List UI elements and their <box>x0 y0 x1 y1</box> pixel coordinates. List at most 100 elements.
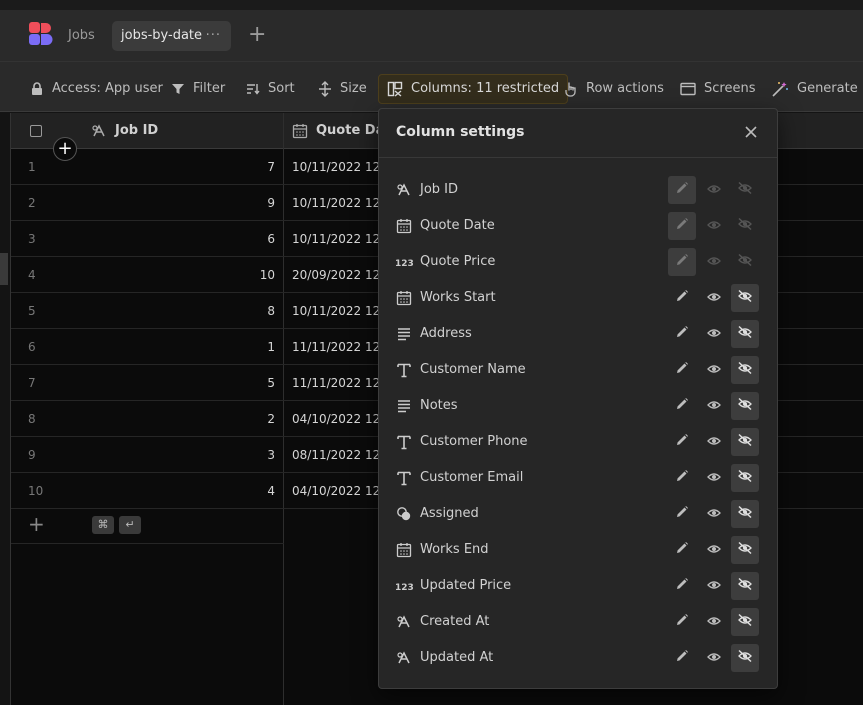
job-id-cell[interactable]: 2 <box>111 401 275 437</box>
view-permission-button[interactable] <box>700 284 728 312</box>
eye-icon <box>707 363 721 378</box>
select-all-checkbox[interactable] <box>30 125 42 137</box>
hide-permission-button[interactable] <box>731 608 759 636</box>
edit-permission-button[interactable] <box>668 320 696 348</box>
column-setting-row: Address <box>379 316 777 352</box>
close-icon[interactable] <box>743 124 759 140</box>
edit-permission-button[interactable] <box>668 284 696 312</box>
hide-permission-button[interactable] <box>731 572 759 600</box>
job-id-cell[interactable]: 6 <box>111 221 275 257</box>
quote-date-cell[interactable]: 10/11/2022 12: <box>292 185 384 221</box>
eye-off-icon <box>737 181 753 199</box>
hide-permission-button[interactable] <box>731 392 759 420</box>
column-name: Notes <box>420 398 458 413</box>
view-permission-button[interactable] <box>700 500 728 528</box>
edit-permission-button[interactable] <box>668 428 696 456</box>
hide-permission-button[interactable] <box>731 320 759 348</box>
screens-button[interactable]: Screens <box>680 74 755 104</box>
header-job-id[interactable]: Job ID <box>91 113 158 149</box>
panel-header: Column settings <box>379 109 777 158</box>
job-id-cell[interactable]: 3 <box>111 437 275 473</box>
tab-more-icon[interactable]: ··· <box>206 21 221 51</box>
filter-icon <box>172 84 184 94</box>
hide-permission-button[interactable] <box>731 644 759 672</box>
quote-date-cell[interactable]: 20/09/2022 12: <box>292 257 384 293</box>
edit-permission-button[interactable] <box>668 500 696 528</box>
view-permission-button[interactable] <box>700 248 728 276</box>
view-permission-button[interactable] <box>700 212 728 240</box>
hide-permission-button[interactable] <box>731 284 759 312</box>
job-id-cell[interactable]: 7 <box>111 149 275 185</box>
row-number: 6 <box>28 340 36 354</box>
magic-wand-icon <box>772 82 788 97</box>
edit-permission-button[interactable] <box>668 536 696 564</box>
hide-permission-button[interactable] <box>731 536 759 564</box>
hide-permission-button[interactable] <box>731 356 759 384</box>
edit-permission-button[interactable] <box>668 248 696 276</box>
edit-permission-button[interactable] <box>668 392 696 420</box>
view-permission-button[interactable] <box>700 536 728 564</box>
quote-date-cell[interactable]: 10/11/2022 12: <box>292 149 384 185</box>
view-permission-button[interactable] <box>700 644 728 672</box>
tab-jobs[interactable]: Jobs <box>68 21 95 51</box>
calendar-icon <box>395 289 413 307</box>
eye-icon <box>707 543 721 558</box>
add-column-icon[interactable]: + <box>53 137 77 161</box>
quote-date-cell[interactable]: 11/11/2022 12: <box>292 365 384 401</box>
add-tab-icon[interactable]: + <box>248 22 266 48</box>
columns-button[interactable]: Columns: 11 restricted <box>378 74 569 104</box>
hide-permission-button[interactable] <box>731 428 759 456</box>
eye-off-icon <box>737 505 753 523</box>
columns-label: Columns: 11 restricted <box>411 81 560 96</box>
hide-permission-button[interactable] <box>731 176 759 204</box>
eye-icon <box>707 255 721 270</box>
quote-date-cell[interactable]: 11/11/2022 12: <box>292 329 384 365</box>
auto-id-icon <box>395 181 413 199</box>
row-actions-button[interactable]: Row actions <box>564 74 664 104</box>
quote-date-cell[interactable]: 04/10/2022 12: <box>292 473 384 509</box>
edit-permission-button[interactable] <box>668 356 696 384</box>
job-id-cell[interactable]: 8 <box>111 293 275 329</box>
access-button[interactable]: Access: App user <box>30 74 163 104</box>
job-id-cell[interactable]: 5 <box>111 365 275 401</box>
view-permission-button[interactable] <box>700 572 728 600</box>
add-row-icon[interactable]: + <box>28 512 45 536</box>
view-permission-button[interactable] <box>700 464 728 492</box>
text-icon <box>395 469 413 487</box>
quote-date-cell[interactable]: 10/11/2022 12: <box>292 221 384 257</box>
add-row[interactable]: + ⌘ ↵ <box>11 508 284 544</box>
quote-date-cell[interactable]: 04/10/2022 12: <box>292 401 384 437</box>
quote-date-cell[interactable]: 10/11/2022 12: <box>292 293 384 329</box>
edit-permission-button[interactable] <box>668 572 696 600</box>
eye-off-icon <box>737 217 753 235</box>
job-id-cell[interactable]: 10 <box>111 257 275 293</box>
hide-permission-button[interactable] <box>731 500 759 528</box>
edit-permission-button[interactable] <box>668 608 696 636</box>
job-id-cell[interactable]: 4 <box>111 473 275 509</box>
sort-button[interactable]: Sort <box>246 74 295 104</box>
view-permission-button[interactable] <box>700 356 728 384</box>
job-id-cell[interactable]: 1 <box>111 329 275 365</box>
filter-button[interactable]: Filter <box>171 74 225 104</box>
screens-label: Screens <box>704 81 756 96</box>
edit-permission-button[interactable] <box>668 176 696 204</box>
size-icon <box>319 81 331 97</box>
edit-permission-button[interactable] <box>668 212 696 240</box>
quote-date-cell[interactable]: 08/11/2022 12: <box>292 437 384 473</box>
hide-permission-button[interactable] <box>731 464 759 492</box>
size-button[interactable]: Size <box>318 74 367 104</box>
view-permission-button[interactable] <box>700 392 728 420</box>
view-permission-button[interactable] <box>700 428 728 456</box>
view-permission-button[interactable] <box>700 320 728 348</box>
pencil-icon <box>675 217 689 235</box>
generate-button[interactable]: Generate <box>771 74 858 104</box>
job-id-cell[interactable]: 9 <box>111 185 275 221</box>
sidebar-edge[interactable] <box>0 253 8 285</box>
edit-permission-button[interactable] <box>668 464 696 492</box>
tab-jobs-by-date[interactable]: jobs-by-date ··· <box>112 21 231 51</box>
edit-permission-button[interactable] <box>668 644 696 672</box>
hide-permission-button[interactable] <box>731 248 759 276</box>
view-permission-button[interactable] <box>700 608 728 636</box>
view-permission-button[interactable] <box>700 176 728 204</box>
hide-permission-button[interactable] <box>731 212 759 240</box>
